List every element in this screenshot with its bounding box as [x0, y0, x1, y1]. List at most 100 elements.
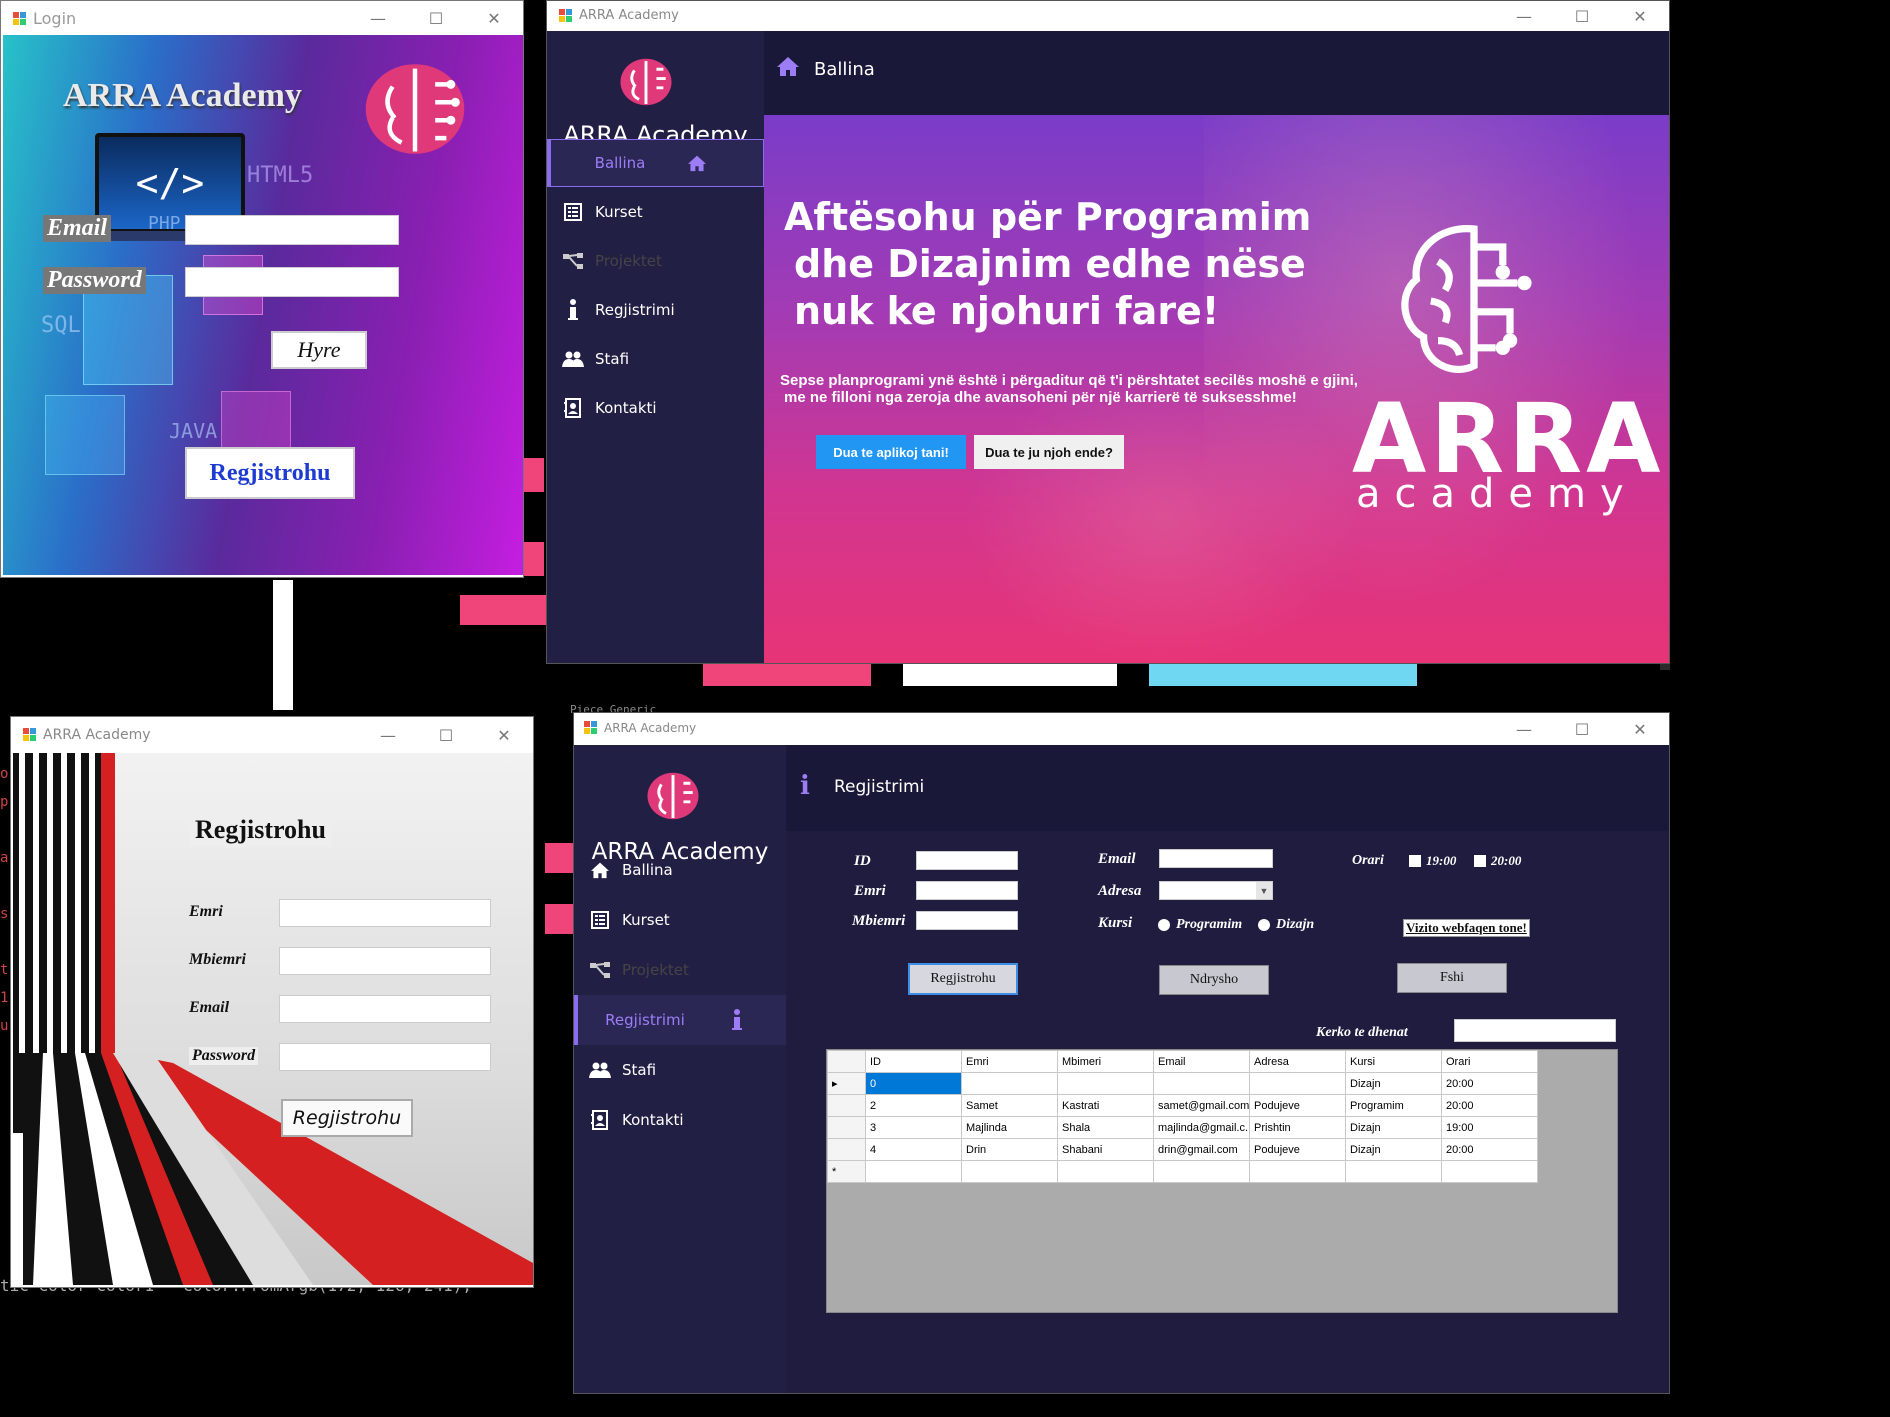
- new-row[interactable]: *: [827, 1160, 1538, 1183]
- enroll-mbiemri-field[interactable]: [916, 911, 1018, 930]
- table-cell[interactable]: 20:00: [1441, 1072, 1538, 1095]
- sidebar-item-regjistrimi[interactable]: Regjistrimi: [574, 995, 786, 1045]
- email-field[interactable]: [185, 215, 399, 245]
- sidebar-item-kurset[interactable]: Kurset: [547, 188, 764, 236]
- search-input[interactable]: [1454, 1019, 1616, 1042]
- register-password-field[interactable]: [279, 1043, 491, 1071]
- table-cell[interactable]: Shabani: [1057, 1138, 1154, 1161]
- close-icon[interactable]: ✕: [475, 717, 533, 753]
- table-cell[interactable]: Shala: [1057, 1116, 1154, 1139]
- close-icon[interactable]: ✕: [1611, 1, 1669, 31]
- column-header[interactable]: Kursi: [1345, 1050, 1442, 1073]
- table-cell[interactable]: [961, 1072, 1058, 1095]
- table-cell[interactable]: Prishtin: [1249, 1116, 1346, 1139]
- table-cell[interactable]: Dizajn: [1345, 1116, 1442, 1139]
- column-header[interactable]: Mbimeri: [1057, 1050, 1154, 1073]
- kursi-radio-programim[interactable]: [1158, 919, 1170, 931]
- row-header[interactable]: [827, 1094, 866, 1117]
- minimize-icon[interactable]: —: [349, 1, 407, 35]
- password-field[interactable]: [185, 267, 399, 297]
- login-button[interactable]: Hyre: [271, 331, 367, 369]
- website-link[interactable]: Vizito webfaqen tone!: [1403, 919, 1530, 937]
- minimize-icon[interactable]: —: [1495, 713, 1553, 745]
- orari-checkbox-1900[interactable]: [1409, 855, 1421, 867]
- table-row[interactable]: ▸ 0 Dizajn 20:00: [827, 1072, 1538, 1095]
- sidebar-item-ballina[interactable]: Ballina: [574, 845, 786, 895]
- maximize-icon[interactable]: ☐: [1553, 713, 1611, 745]
- table-cell[interactable]: Samet: [961, 1094, 1058, 1117]
- table-cell[interactable]: Dizajn: [1345, 1072, 1442, 1095]
- learn-more-button[interactable]: Dua te ju njoh ende?: [974, 435, 1124, 469]
- table-cell[interactable]: 20:00: [1441, 1138, 1538, 1161]
- edit-button[interactable]: Ndrysho: [1159, 965, 1269, 995]
- table-cell[interactable]: [1249, 1072, 1346, 1095]
- table-cell[interactable]: majlinda@gmail.c...: [1153, 1116, 1250, 1139]
- id-field[interactable]: [916, 851, 1018, 870]
- table-cell[interactable]: [1345, 1160, 1442, 1183]
- table-cell[interactable]: Podujeve: [1249, 1138, 1346, 1161]
- sidebar-item-regjistrimi[interactable]: Regjistrimi: [547, 286, 764, 334]
- table-cell[interactable]: [865, 1160, 962, 1183]
- sidebar-item-kurset[interactable]: Kurset: [574, 895, 786, 945]
- column-header[interactable]: ID: [865, 1050, 962, 1073]
- current-row-indicator-icon[interactable]: ▸: [827, 1072, 866, 1095]
- table-cell[interactable]: 19:00: [1441, 1116, 1538, 1139]
- minimize-icon[interactable]: —: [1495, 1, 1553, 31]
- table-cell[interactable]: Programim: [1345, 1094, 1442, 1117]
- row-header[interactable]: [827, 1138, 866, 1161]
- sidebar-item-projektet[interactable]: Projektet: [574, 945, 786, 995]
- register-link-button[interactable]: Regjistrohu: [185, 447, 355, 499]
- enroll-emri-field[interactable]: [916, 881, 1018, 900]
- kursi-radio-dizajn[interactable]: [1258, 919, 1270, 931]
- column-header[interactable]: Adresa: [1249, 1050, 1346, 1073]
- table-cell[interactable]: 3: [865, 1116, 962, 1139]
- sidebar-item-stafi[interactable]: Stafi: [574, 1045, 786, 1095]
- minimize-icon[interactable]: —: [359, 717, 417, 753]
- table-row[interactable]: 2 Samet Kastrati samet@gmail.com Podujeve Pro…: [827, 1094, 1538, 1117]
- table-cell[interactable]: Podujeve: [1249, 1094, 1346, 1117]
- column-header[interactable]: Orari: [1441, 1050, 1538, 1073]
- close-icon[interactable]: ✕: [465, 1, 523, 35]
- emri-field[interactable]: [279, 899, 491, 927]
- maximize-icon[interactable]: ☐: [407, 1, 465, 35]
- column-header[interactable]: Emri: [961, 1050, 1058, 1073]
- mbiemri-field[interactable]: [279, 947, 491, 975]
- chevron-down-icon[interactable]: ▼: [1256, 882, 1272, 899]
- table-cell[interactable]: [961, 1160, 1058, 1183]
- sidebar-item-ballina[interactable]: Ballina: [547, 139, 764, 187]
- table-cell[interactable]: Dizajn: [1345, 1138, 1442, 1161]
- close-icon[interactable]: ✕: [1611, 713, 1669, 745]
- enroll-register-button[interactable]: Regjistrohu: [908, 963, 1018, 995]
- table-cell[interactable]: [1153, 1072, 1250, 1095]
- table-cell[interactable]: [1057, 1072, 1154, 1095]
- apply-button[interactable]: Dua te aplikoj tani!: [816, 435, 966, 469]
- table-row[interactable]: 4 Drin Shabani drin@gmail.com Podujeve Dizajn…: [827, 1138, 1538, 1161]
- table-cell[interactable]: [1057, 1160, 1154, 1183]
- enroll-email-field[interactable]: [1159, 849, 1273, 868]
- adresa-select[interactable]: ▼: [1159, 881, 1273, 900]
- table-cell[interactable]: [1441, 1160, 1538, 1183]
- table-cell[interactable]: 2: [865, 1094, 962, 1117]
- table-cell[interactable]: 0: [865, 1072, 962, 1095]
- table-row[interactable]: 3 Majlinda Shala majlinda@gmail.c... Prishti…: [827, 1116, 1538, 1139]
- sidebar-item-kontakti[interactable]: Kontakti: [574, 1095, 786, 1145]
- table-cell[interactable]: 4: [865, 1138, 962, 1161]
- register-submit-button[interactable]: Regjistrohu: [281, 1099, 413, 1137]
- table-cell[interactable]: Kastrati: [1057, 1094, 1154, 1117]
- register-email-field[interactable]: [279, 995, 491, 1023]
- data-grid[interactable]: ID Emri Mbimeri Email Adresa Kursi Orari ▸ 0 Diz…: [826, 1049, 1618, 1313]
- table-cell[interactable]: 20:00: [1441, 1094, 1538, 1117]
- maximize-icon[interactable]: ☐: [417, 717, 475, 753]
- maximize-icon[interactable]: ☐: [1553, 1, 1611, 31]
- table-cell[interactable]: [1153, 1160, 1250, 1183]
- table-cell[interactable]: drin@gmail.com: [1153, 1138, 1250, 1161]
- orari-checkbox-2000[interactable]: [1474, 855, 1486, 867]
- delete-button[interactable]: Fshi: [1397, 963, 1507, 993]
- sidebar-item-kontakti[interactable]: Kontakti: [547, 384, 764, 432]
- table-cell[interactable]: samet@gmail.com: [1153, 1094, 1250, 1117]
- table-cell[interactable]: Drin: [961, 1138, 1058, 1161]
- sidebar-item-stafi[interactable]: Stafi: [547, 335, 764, 383]
- sidebar-item-projektet[interactable]: Projektet: [547, 237, 764, 285]
- row-header[interactable]: [827, 1116, 866, 1139]
- column-header[interactable]: Email: [1153, 1050, 1250, 1073]
